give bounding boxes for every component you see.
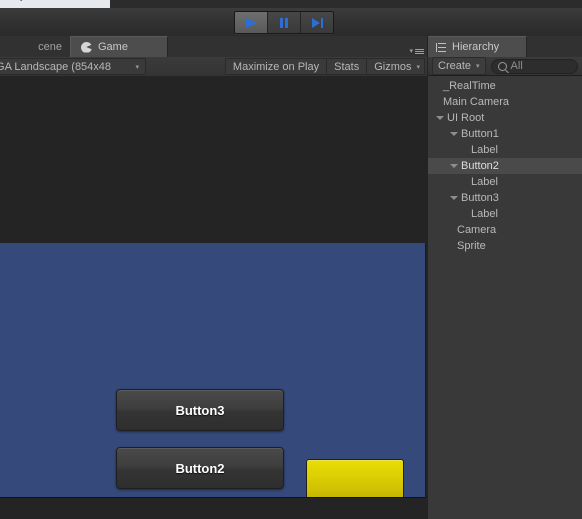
- hierarchy-item[interactable]: Camera: [428, 222, 582, 238]
- hierarchy-item[interactable]: Button1: [428, 126, 582, 142]
- hierarchy-search-value: All: [510, 60, 523, 72]
- play-button[interactable]: [235, 12, 268, 33]
- hierarchy-item-label: Button2: [461, 160, 499, 172]
- tab-scene[interactable]: cene: [0, 36, 73, 57]
- chevron-down-icon: ▾: [135, 63, 139, 71]
- hierarchy-item-label: UI Root: [447, 112, 485, 124]
- hierarchy-item[interactable]: Sprite: [428, 238, 582, 254]
- expand-arrow-icon[interactable]: [450, 196, 458, 200]
- tab-game-label: Game: [98, 41, 128, 53]
- gizmos-label: Gizmos: [374, 60, 412, 73]
- hierarchy-item[interactable]: Button2: [428, 158, 582, 174]
- hierarchy-item-label: Main Camera: [443, 96, 510, 108]
- chevron-down-icon: ▾: [416, 63, 420, 71]
- resolution-dropdown[interactable]: /GA Landscape (854x48 ▾: [0, 58, 146, 75]
- hierarchy-panel: Hierarchy Create ▾ All _RealTime Main Cam…: [428, 36, 582, 519]
- expand-arrow-icon[interactable]: [450, 132, 458, 136]
- view-tab-bar: cene Game: [0, 36, 427, 58]
- search-icon: [497, 61, 507, 71]
- game-button-3-label: Button3: [175, 402, 225, 418]
- pause-icon: [279, 17, 289, 29]
- window-menu-strip: Unity: [0, 0, 582, 8]
- hierarchy-search-input[interactable]: All: [490, 58, 578, 74]
- hierarchy-item-label: Sprite: [457, 240, 486, 252]
- game-view-options-menu[interactable]: ▾: [409, 47, 424, 55]
- tab-hierarchy[interactable]: Hierarchy: [428, 36, 527, 57]
- hierarchy-item-label: Label: [471, 176, 498, 188]
- hierarchy-item[interactable]: Main Camera: [428, 94, 582, 110]
- game-button-2[interactable]: Button2: [116, 447, 284, 489]
- hierarchy-item[interactable]: UI Root: [428, 110, 582, 126]
- hierarchy-item[interactable]: _RealTime: [428, 78, 582, 94]
- create-button-label: Create: [438, 60, 472, 72]
- tab-game[interactable]: Game: [70, 36, 168, 57]
- step-forward-icon: [311, 17, 324, 29]
- menu-strip-background: Unity: [0, 0, 110, 8]
- gizmos-button[interactable]: Gizmos ▾: [366, 58, 425, 75]
- hierarchy-tree[interactable]: _RealTime Main Camera UI Root Button1 Label B…: [428, 76, 582, 519]
- hierarchy-item[interactable]: Button3: [428, 190, 582, 206]
- resolution-label: /GA Landscape (854x48: [0, 60, 112, 73]
- play-icon: [245, 17, 258, 29]
- hierarchy-icon: [435, 42, 446, 52]
- game-view-icon: [81, 41, 92, 53]
- chevron-down-icon: ▾: [409, 48, 413, 55]
- hierarchy-item-label: _RealTime: [443, 80, 496, 92]
- game-button-3[interactable]: Button3: [116, 389, 284, 431]
- maximize-on-play-button[interactable]: Maximize on Play: [224, 58, 327, 75]
- hierarchy-item-label: Label: [471, 208, 498, 220]
- hierarchy-item[interactable]: Label: [428, 206, 582, 222]
- game-view[interactable]: Button3 Button2 Button1: [0, 76, 427, 519]
- expand-arrow-icon[interactable]: [450, 164, 458, 168]
- pause-button[interactable]: [268, 12, 301, 33]
- create-button[interactable]: Create ▾: [432, 57, 486, 75]
- hamburger-icon: [415, 48, 424, 54]
- tab-scene-label: cene: [38, 40, 62, 53]
- chevron-down-icon: ▾: [476, 63, 480, 70]
- hierarchy-item-label: Button3: [461, 192, 499, 204]
- main-toolbar: [0, 8, 582, 37]
- yellow-sprite[interactable]: [306, 459, 404, 497]
- game-view-toolbar: /GA Landscape (854x48 ▾ ▾ Maximize on Pl…: [0, 48, 427, 77]
- tab-bar-filler: [168, 36, 427, 57]
- hierarchy-item-label: Camera: [457, 224, 497, 236]
- menu-strip-label: Unity: [2, 0, 25, 1]
- stats-button[interactable]: Stats: [326, 58, 367, 75]
- hierarchy-item-label: Button1: [461, 128, 499, 140]
- transport-controls: [234, 11, 334, 34]
- hierarchy-item-label: Label: [471, 144, 498, 156]
- step-button[interactable]: [301, 12, 333, 33]
- game-canvas[interactable]: Button3 Button2 Button1: [0, 243, 426, 498]
- hierarchy-toolbar: Create ▾ All: [428, 57, 582, 76]
- hierarchy-tab-bar: Hierarchy: [428, 36, 582, 57]
- stats-label: Stats: [334, 60, 360, 73]
- unity-editor-window: Unity cene: [0, 0, 582, 519]
- hierarchy-item[interactable]: Label: [428, 174, 582, 190]
- expand-arrow-icon[interactable]: [436, 116, 444, 120]
- maximize-on-play-label: Maximize on Play: [232, 60, 320, 73]
- tab-hierarchy-label: Hierarchy: [452, 41, 500, 53]
- hierarchy-item[interactable]: Label: [428, 142, 582, 158]
- game-toolbar-buttons: Maximize on Play Stats Gizmos ▾: [224, 58, 425, 75]
- game-button-2-label: Button2: [175, 460, 225, 476]
